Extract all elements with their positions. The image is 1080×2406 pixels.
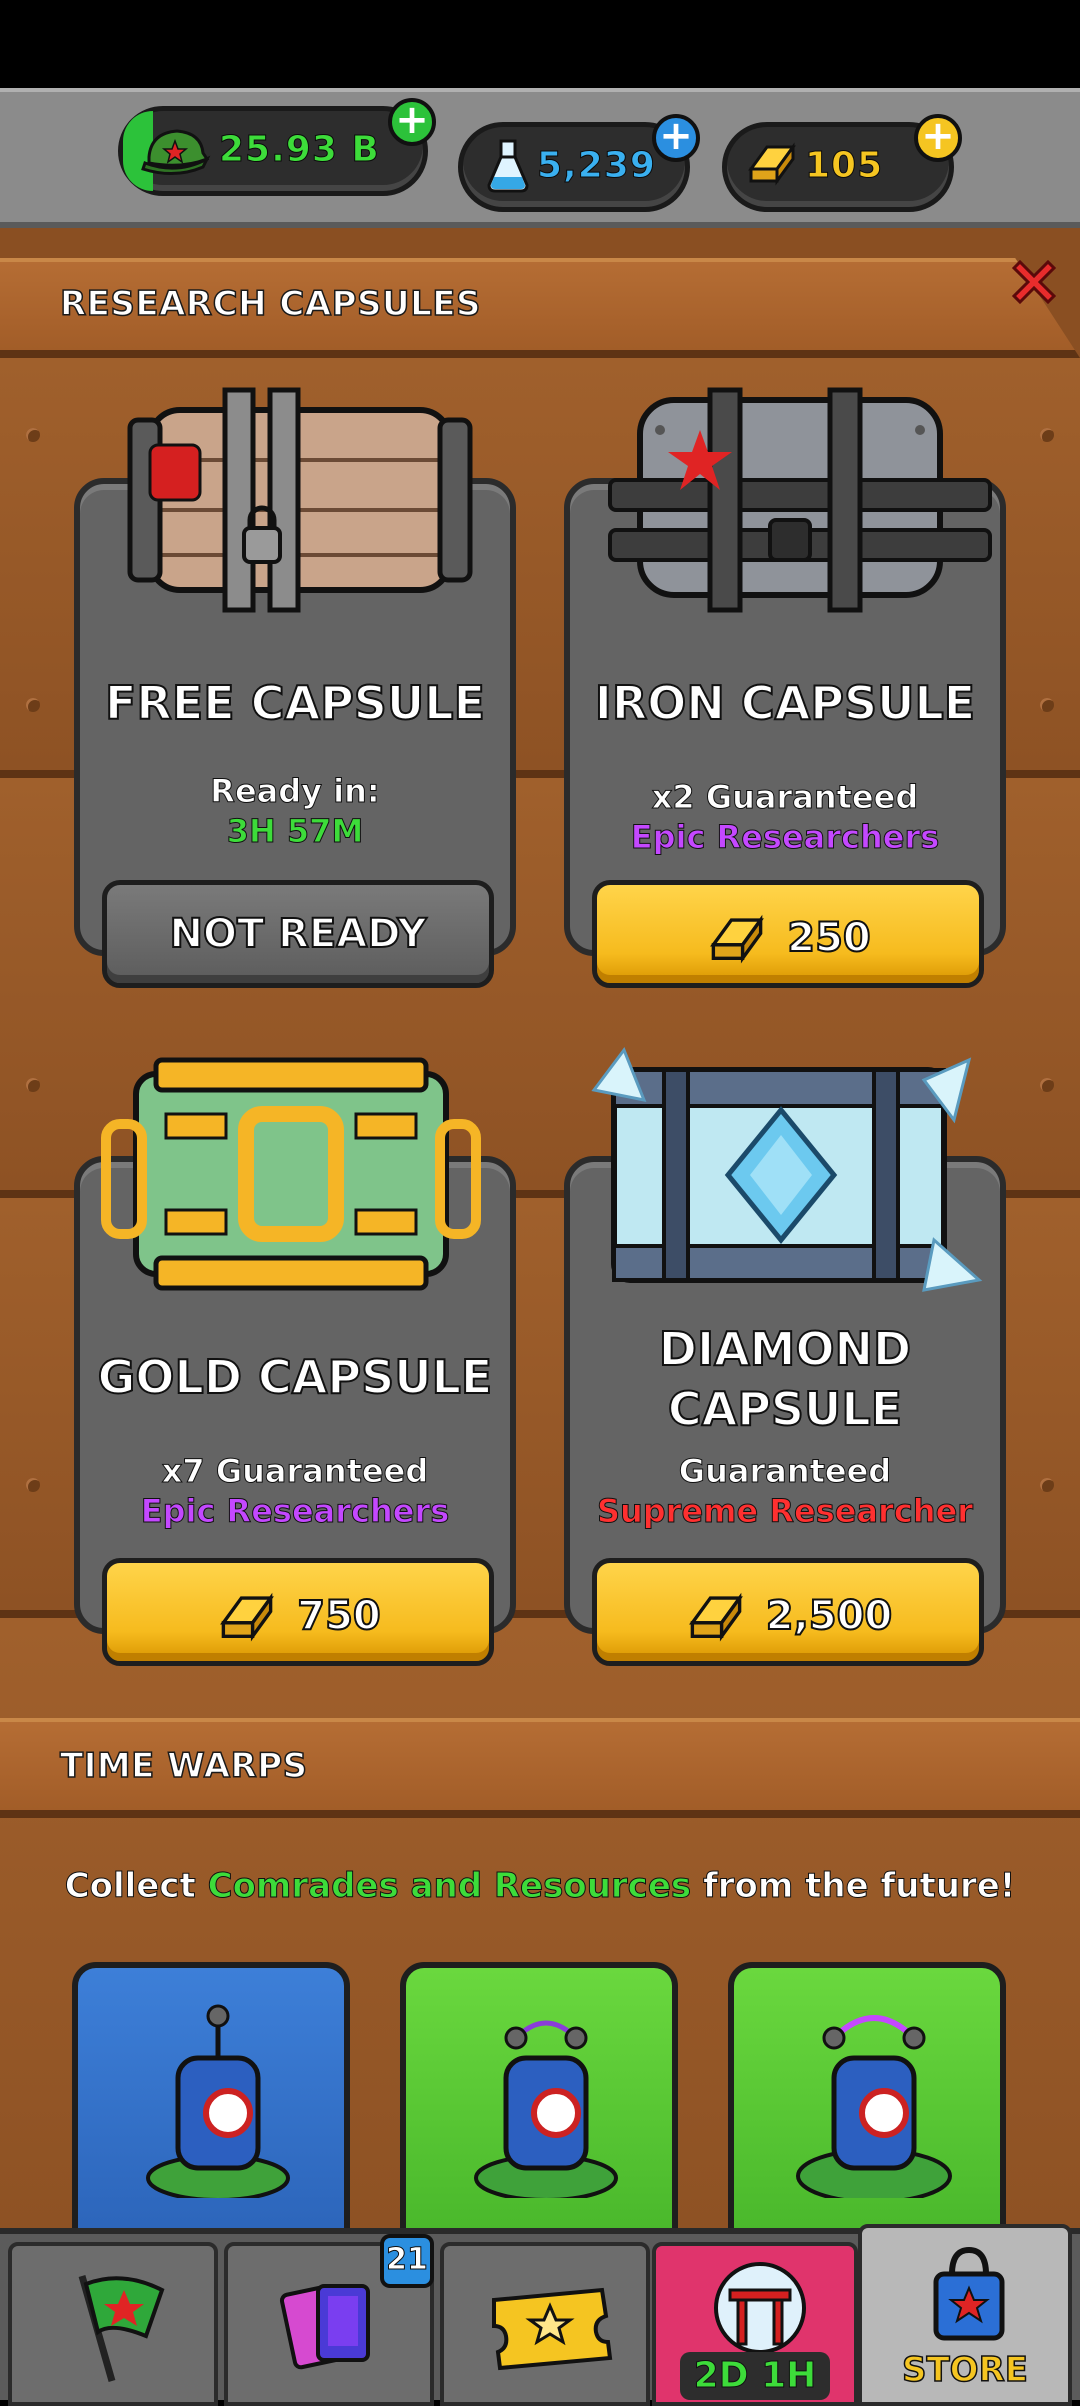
subtitle-post: from the future! — [691, 1866, 1016, 1907]
nav-tab-missions[interactable] — [8, 2242, 218, 2406]
subtitle-pre: Collect — [64, 1866, 208, 1907]
gold-bar-icon — [710, 914, 765, 964]
free-capsule-title: FREE CAPSULE — [104, 675, 486, 731]
gold-bar-icon — [748, 142, 796, 186]
time-warps-subtitle: Collect Comrades and Resources from the … — [0, 1866, 1080, 1907]
time-machine-icon — [474, 2020, 618, 2198]
nav-tab-tickets[interactable] — [440, 2242, 650, 2406]
flask-icon — [487, 139, 529, 193]
nail — [26, 1078, 40, 1092]
nav-tab-cards[interactable]: 21 — [224, 2234, 434, 2406]
nav-tab-store[interactable]: STORE — [858, 2224, 1072, 2406]
not-ready-label: NOT READY — [168, 910, 427, 958]
event-timer: 2D 1H — [680, 2352, 830, 2400]
currency-bar: 25.93 B + 5,239 + 105 + — [0, 88, 1080, 228]
iron-capsule-guarantee: x2 Guaranteed — [651, 778, 919, 817]
bottom-nav: 21 2D 1H STORE — [0, 2224, 1080, 2406]
buy-iron-capsule-button[interactable]: 250 — [592, 880, 984, 988]
diamond-capsule-price: 2,500 — [765, 1592, 894, 1640]
nav-tab-event[interactable]: 2D 1H — [652, 2242, 858, 2406]
gold-value: 105 — [804, 145, 884, 187]
gold-bar-icon — [688, 1592, 743, 1642]
close-icon — [1011, 259, 1057, 305]
nail — [1040, 698, 1054, 712]
cash-counter[interactable]: 25.93 B — [118, 106, 428, 196]
ticket-star-icon — [492, 2287, 613, 2371]
iron-capsule-image — [608, 387, 992, 613]
nail — [1040, 1078, 1054, 1092]
cards-icon — [279, 2284, 370, 2370]
add-science-button[interactable]: + — [652, 114, 700, 162]
iron-capsule-title: IRON CAPSULE — [594, 675, 976, 731]
event-gate-icon — [714, 2262, 806, 2354]
subtitle-highlight: Comrades and Resources — [207, 1866, 692, 1907]
nail — [26, 428, 40, 442]
research-section-title: RESEARCH CAPSULES — [59, 283, 482, 325]
buy-gold-capsule-button[interactable]: 750 — [102, 1558, 494, 1666]
nail — [1040, 428, 1054, 442]
not-ready-button[interactable]: NOT READY — [102, 880, 494, 988]
add-cash-button[interactable]: + — [388, 98, 436, 146]
store-label: STORE — [901, 2349, 1029, 2391]
time-warp-card-2[interactable] — [400, 1962, 678, 2262]
diamond-capsule-image — [591, 1046, 983, 1292]
time-warps-section-title: TIME WARPS — [59, 1745, 308, 1787]
nail — [26, 698, 40, 712]
diamond-capsule-title-line1: DIAMOND — [658, 1321, 912, 1377]
iron-capsule-price: 250 — [786, 914, 871, 962]
nail — [1040, 1478, 1054, 1492]
add-gold-button[interactable]: + — [914, 114, 962, 162]
cash-value: 25.93 B — [219, 129, 380, 171]
diamond-capsule-reward: Supreme Researcher — [596, 1492, 974, 1531]
cards-badge: 21 — [380, 2234, 434, 2288]
nail — [26, 1478, 40, 1492]
time-warp-card-1[interactable] — [72, 1962, 350, 2262]
gold-capsule-reward: Epic Researchers — [140, 1492, 450, 1531]
time-machine-icon — [146, 2004, 290, 2198]
diamond-capsule-title-line2: CAPSULE — [667, 1381, 903, 1437]
status-bar — [0, 0, 1080, 88]
time-warp-card-3[interactable] — [728, 1962, 1006, 2262]
free-capsule-timer: 3H 57M — [226, 812, 364, 851]
close-button[interactable] — [1006, 254, 1066, 314]
science-value: 5,239 — [537, 145, 656, 187]
free-capsule-ready-label: Ready in: — [210, 772, 380, 811]
diamond-capsule-guarantee: Guaranteed — [678, 1452, 892, 1491]
shopping-bag-icon — [933, 2246, 1005, 2341]
gold-capsule-title: GOLD CAPSULE — [97, 1349, 494, 1405]
time-machine-icon — [796, 2015, 952, 2198]
iron-capsule-reward: Epic Researchers — [630, 818, 940, 857]
buy-diamond-capsule-button[interactable]: 2,500 — [592, 1558, 984, 1666]
gold-bar-icon — [220, 1592, 275, 1642]
wooden-capsule-image — [127, 387, 473, 613]
comrade-hat-icon — [141, 129, 211, 175]
gold-capsule-guarantee: x7 Guaranteed — [161, 1452, 429, 1491]
red-star-flag-icon — [78, 2275, 165, 2382]
gold-capsule-price: 750 — [296, 1592, 381, 1640]
gold-capsule-image — [101, 1057, 481, 1291]
